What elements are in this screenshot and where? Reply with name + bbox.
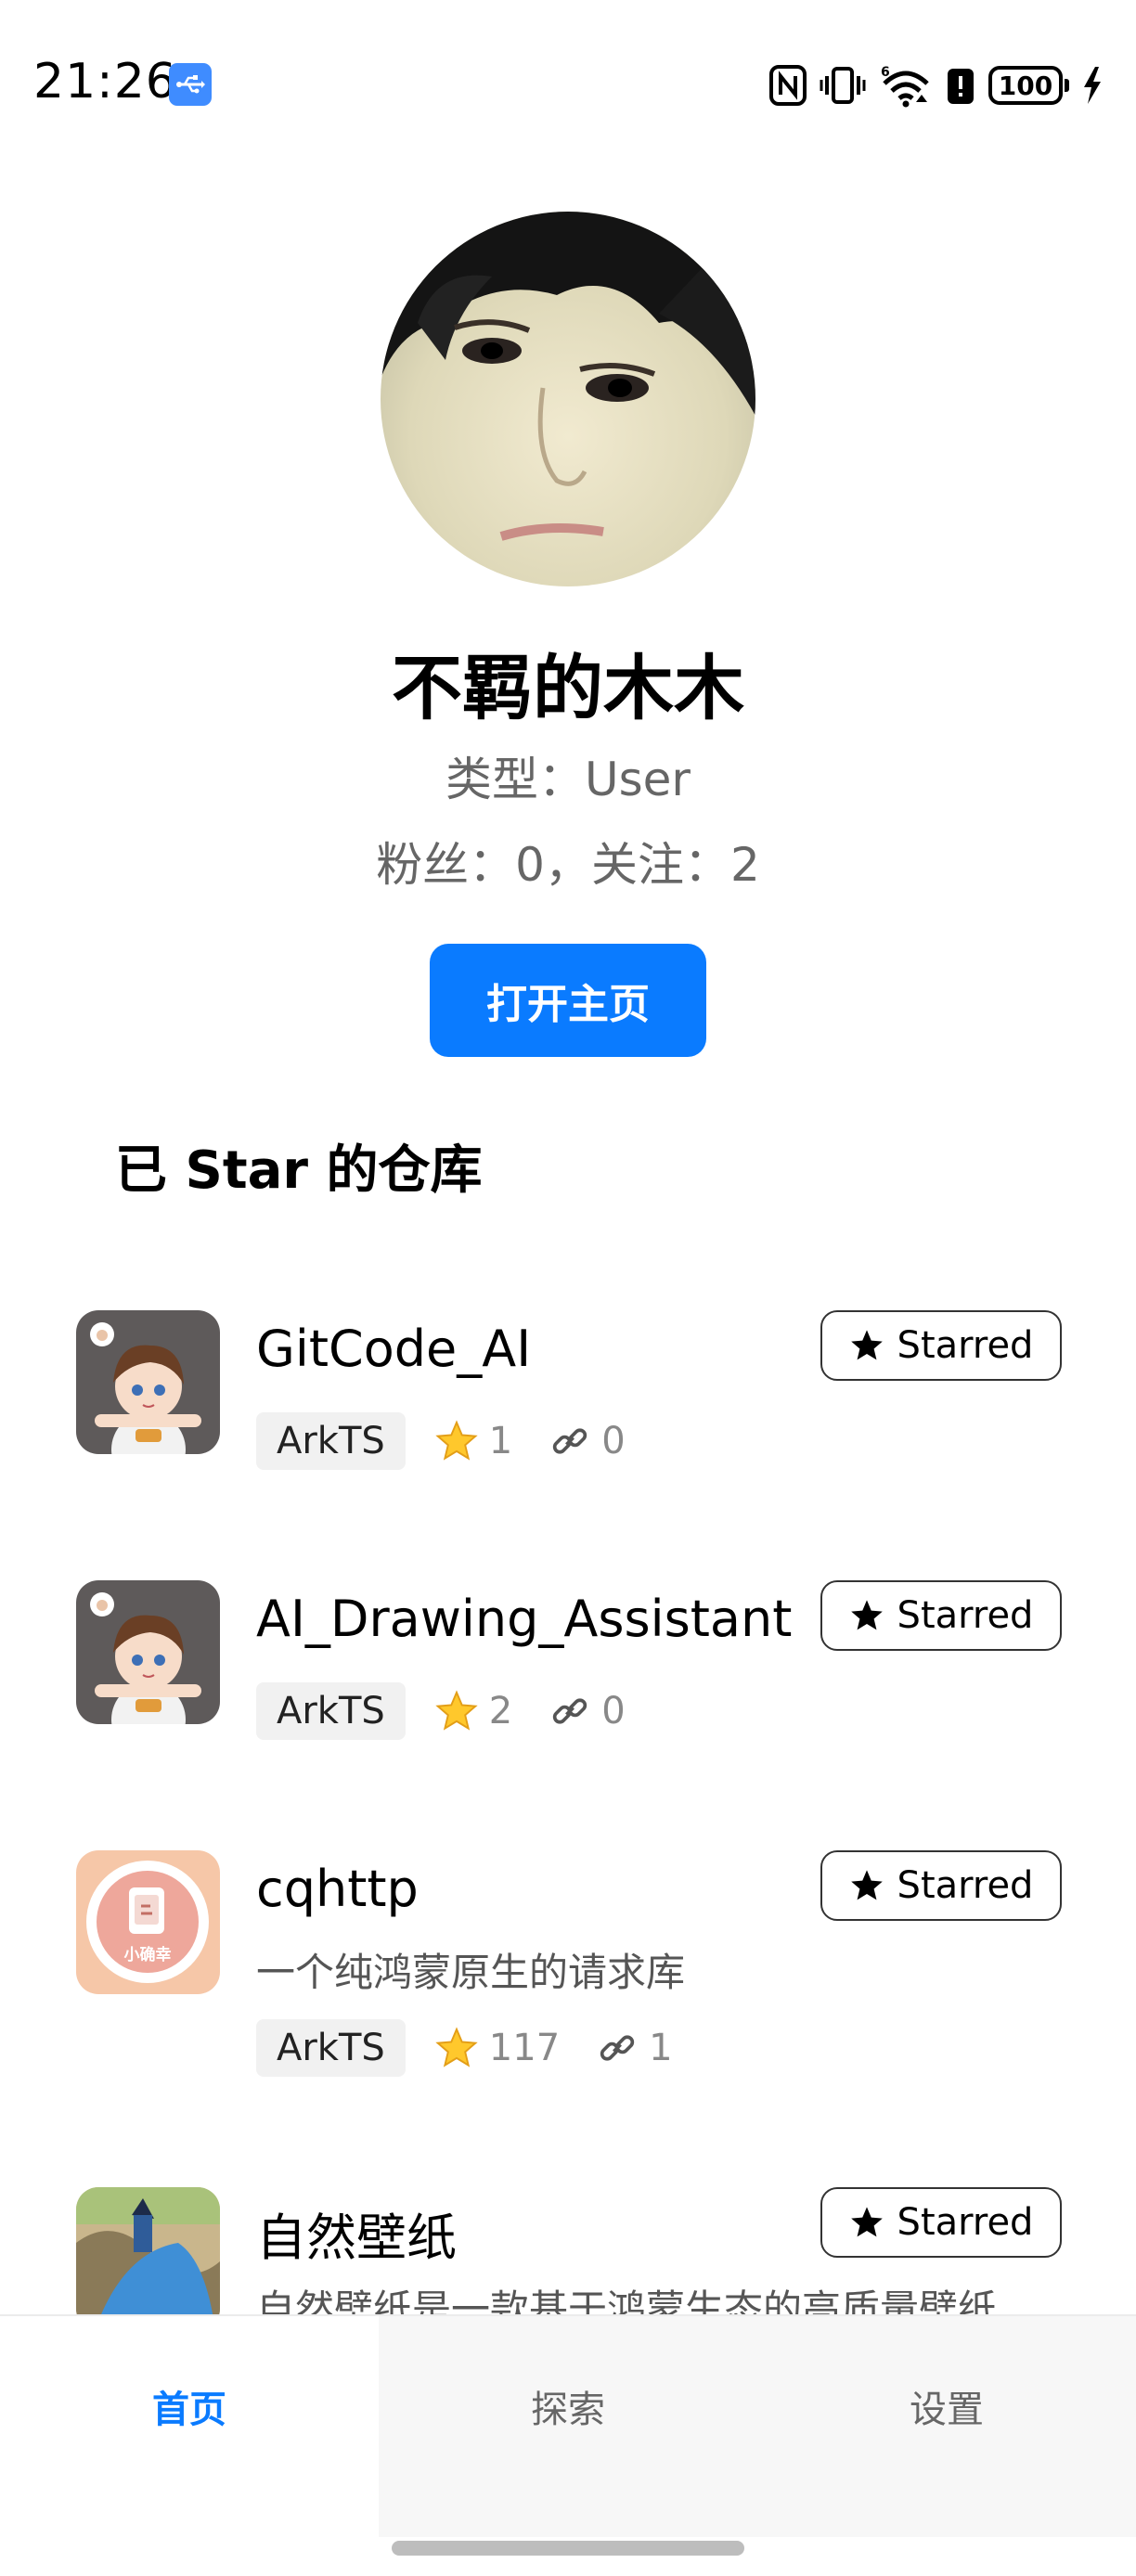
fork-count-value: 1 (649, 2027, 673, 2069)
user-avatar (381, 212, 755, 586)
battery-icon: 100 (988, 66, 1069, 105)
nfc-icon (769, 65, 807, 106)
user-follow-stats: 粉丝：0，关注：2 (376, 838, 760, 892)
tab-explore[interactable]: 探索 (379, 2379, 757, 2433)
wifi-6-icon: 6 (881, 65, 929, 108)
fork-count: 0 (549, 1420, 626, 1462)
user-name: 不羁的木木 (392, 647, 744, 729)
starred-button-label: Starred (897, 2201, 1034, 2244)
usb-icon (169, 63, 212, 106)
repo-name[interactable]: GitCode_AI (256, 1320, 531, 1378)
starred-button[interactable]: Starred (820, 1310, 1062, 1381)
starred-button-label: Starred (897, 1864, 1034, 1907)
fork-count: 0 (549, 1690, 626, 1732)
repo-meta: ArkTS 2 0 (256, 1682, 626, 1740)
star-count-value: 2 (488, 1690, 513, 1732)
star-emoji-icon (435, 1690, 478, 1731)
starred-button[interactable]: Starred (820, 2187, 1062, 2258)
anime-boy-avatar-icon (76, 1580, 220, 1724)
home-indicator[interactable] (392, 2541, 744, 2556)
repo-description: 一个纯鸿蒙原生的请求库 (256, 1950, 686, 1995)
battery-level: 100 (988, 66, 1063, 105)
tab-bar-divider (0, 2314, 1136, 2316)
nature-wallpaper-icon (76, 2187, 220, 2331)
star-icon (850, 1870, 883, 1900)
fork-count: 1 (597, 2027, 673, 2069)
star-count: 1 (435, 1420, 512, 1462)
repo-meta: ArkTS 1 0 (256, 1412, 626, 1470)
starred-repos-title: 已 Star 的仓库 (115, 1140, 483, 1201)
battery-saver-icon (948, 69, 974, 104)
star-count-value: 1 (488, 1420, 513, 1462)
starred-button-label: Starred (897, 1324, 1034, 1367)
star-emoji-icon (435, 2027, 478, 2067)
star-count: 2 (435, 1690, 512, 1732)
star-count-value: 117 (488, 2027, 561, 2069)
repo-meta: ArkTS 117 1 (256, 2019, 673, 2077)
link-icon (600, 2035, 635, 2061)
bottom-tab-bar: 首页 探索 设置 (0, 2314, 1136, 2576)
starred-button-label: Starred (897, 1594, 1034, 1637)
vibrate-icon (820, 67, 866, 104)
language-tag: ArkTS (256, 1412, 406, 1470)
anime-boy-avatar-icon (76, 1310, 220, 1454)
repo-name[interactable]: AI_Drawing_Assistant (256, 1590, 792, 1648)
charging-icon (1084, 67, 1101, 104)
open-homepage-button[interactable]: 打开主页 (430, 944, 706, 1057)
link-icon (553, 1428, 587, 1454)
repo-name[interactable]: 自然壁纸 (256, 2196, 457, 2270)
star-icon (850, 1330, 883, 1360)
status-time: 21:26 (33, 54, 177, 109)
app-icon-label: 小确幸 (124, 1945, 172, 1964)
repo-name[interactable]: cqhttp (256, 1860, 419, 1918)
status-icons: 6 100 (769, 58, 1103, 113)
language-tag: ArkTS (256, 2019, 406, 2077)
star-emoji-icon (435, 1420, 478, 1461)
tab-home[interactable]: 首页 (0, 2379, 379, 2433)
link-icon (553, 1698, 587, 1724)
star-count: 117 (435, 2027, 560, 2069)
fork-count-value: 0 (601, 1420, 626, 1462)
star-icon (850, 2207, 883, 2237)
fork-count-value: 0 (601, 1690, 626, 1732)
starred-button[interactable]: Starred (820, 1850, 1062, 1921)
profile-page: 21:26 6 100 不羁的木木 类型：User 粉丝：0，关注：2 打开主页… (0, 0, 1136, 2576)
star-icon (850, 1600, 883, 1630)
xiaoyiji-app-icon: 小确幸 (76, 1850, 220, 1994)
tab-settings[interactable]: 设置 (757, 2379, 1136, 2433)
status-bar: 21:26 6 100 (0, 0, 1136, 167)
language-tag: ArkTS (256, 1682, 406, 1740)
starred-button[interactable]: Starred (820, 1580, 1062, 1651)
user-type: 类型：User (445, 753, 691, 806)
